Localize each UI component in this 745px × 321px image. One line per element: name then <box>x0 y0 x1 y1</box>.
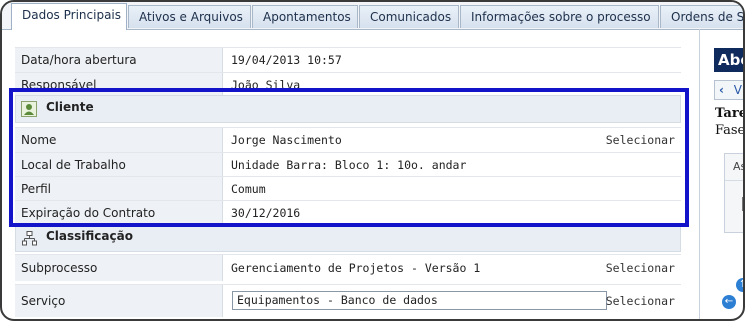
tab-apontamentos[interactable]: Apontamentos <box>252 5 358 28</box>
selecionar-cliente-link[interactable]: Selecionar <box>606 128 675 152</box>
field-row-responsavel: Responsável João Silva <box>15 72 681 97</box>
tab-ativos-e-arquivos[interactable]: Ativos e Arquivos <box>128 5 251 28</box>
field-label: Perfil <box>15 177 223 201</box>
field-label: Responsável <box>15 73 223 97</box>
field-row-local-de-trabalho: Local de Trabalho Unidade Barra: Bloco 1… <box>15 152 681 177</box>
field-label: Subprocesso <box>15 255 223 281</box>
side-panel-box-header: As <box>725 154 743 181</box>
side-panel-phase-label: Fase <box>715 123 745 138</box>
field-value: João Silva <box>224 73 681 97</box>
panel-divider <box>699 29 700 319</box>
tab-comunicados[interactable]: Comunicados <box>359 5 459 28</box>
field-value: 30/12/2016 <box>224 201 681 225</box>
app-window: Dados Principais Ativos e Arquivos Apont… <box>0 0 745 321</box>
side-panel-title: Abe <box>714 48 743 72</box>
field-label: Expiração do Contrato <box>15 201 223 225</box>
field-label: Local de Trabalho <box>15 153 223 177</box>
field-row-expiracao-do-contrato: Expiração do Contrato 30/12/2016 <box>15 200 681 225</box>
section-classificacao-header: Classificação <box>15 224 681 252</box>
field-label: Nome <box>15 128 223 152</box>
tab-bar: Dados Principais Ativos e Arquivos Apont… <box>2 2 743 30</box>
tab-ordens-de-servico[interactable]: Ordens de S <box>660 5 743 28</box>
field-label: Serviço <box>15 285 223 317</box>
field-row-subprocesso: Subprocesso Gerenciamento de Projetos - … <box>15 254 681 281</box>
side-panel-back-label: V <box>733 83 742 97</box>
hierarchy-icon <box>22 231 37 246</box>
side-panel-box: As <box>724 153 743 233</box>
tab-dados-principais[interactable]: Dados Principais <box>11 3 127 30</box>
field-value: Comum <box>224 177 681 201</box>
field-row-nome: Nome Jorge Nascimento Selecionar <box>15 127 681 152</box>
chevron-left-icon: ‹ <box>719 83 724 97</box>
field-row-perfil: Perfil Comum <box>15 176 681 201</box>
selecionar-servico-link[interactable]: Selecionar <box>606 285 675 317</box>
section-cliente-header: Cliente <box>15 95 681 123</box>
section-title: Cliente <box>46 100 94 114</box>
field-label: Data/hora abertura <box>15 48 223 72</box>
selecionar-subprocesso-link[interactable]: Selecionar <box>606 255 675 281</box>
arrow-left-icon[interactable]: ← <box>722 295 736 309</box>
tab-informacoes-sobre-o-processo[interactable]: Informações sobre o processo <box>460 5 659 28</box>
servico-input[interactable]: Equipamentos - Banco de dados <box>232 291 607 310</box>
section-title: Classificação <box>46 229 133 243</box>
field-value: Unidade Barra: Bloco 1: 10o. andar <box>224 153 681 177</box>
side-panel-task-label: Tare <box>715 106 745 121</box>
field-row-data-hora-abertura: Data/hora abertura 19/04/2013 10:57 <box>15 47 681 72</box>
side-panel-back-button[interactable]: ‹ V <box>714 80 743 100</box>
field-value: 19/04/2013 10:57 <box>224 48 681 72</box>
user-icon <box>21 101 37 117</box>
arrow-up-icon[interactable]: ↑ <box>736 278 743 292</box>
field-row-servico: Serviço Equipamentos - Banco de dados Se… <box>15 284 681 317</box>
